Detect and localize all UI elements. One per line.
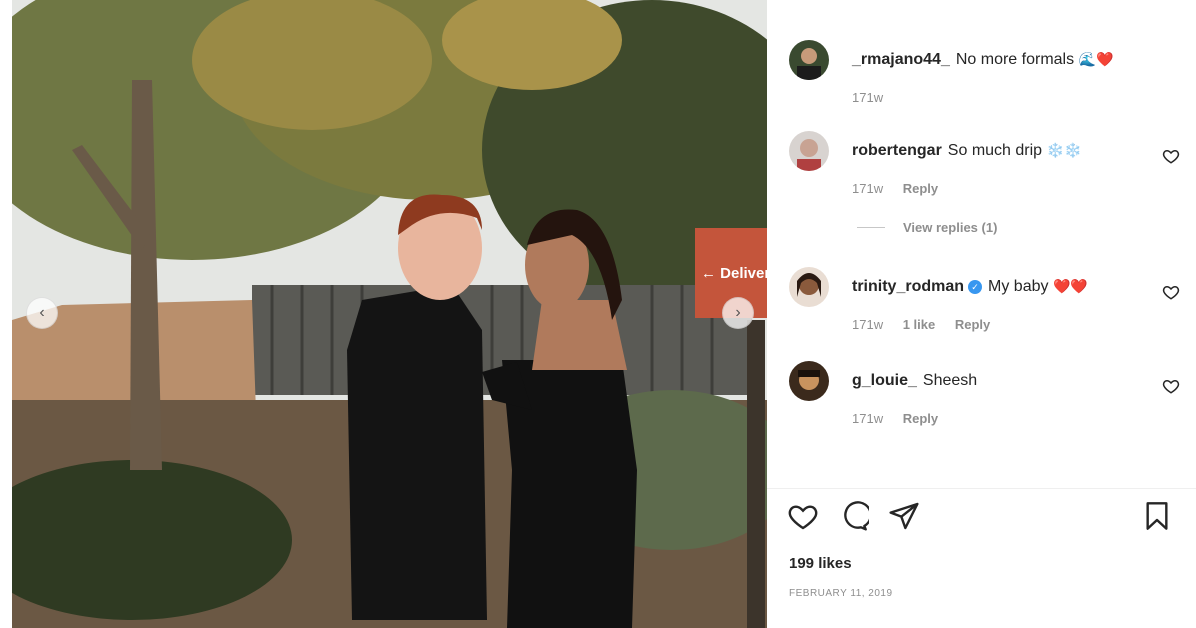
view-replies-button[interactable]: View replies (1) [857, 220, 997, 235]
post-date: FEBRUARY 11, 2019 [789, 588, 893, 599]
photo-scene [12, 0, 767, 628]
like-comment-heart-icon[interactable] [1162, 283, 1180, 301]
carousel-next-button[interactable]: › [722, 297, 754, 329]
comment-likes-count[interactable]: 1 like [903, 317, 936, 332]
bookmark-icon[interactable] [1141, 500, 1173, 532]
avatar[interactable] [789, 40, 829, 80]
reply-button[interactable]: Reply [955, 317, 990, 332]
comment-age: 171w [852, 181, 884, 196]
comment-meta: 171w Reply [852, 411, 954, 426]
chevron-right-icon: › [735, 304, 741, 321]
avatar[interactable] [789, 361, 829, 401]
chevron-left-icon: ‹ [39, 304, 45, 321]
actions-divider [767, 488, 1196, 489]
view-replies-label: View replies (1) [903, 220, 998, 235]
comment-text-row: g_louie_ Sheesh [852, 372, 977, 390]
avatar[interactable] [789, 267, 829, 307]
comment-username[interactable]: robertengar [852, 142, 942, 159]
share-paper-plane-icon[interactable] [888, 500, 920, 532]
comment-bubble-icon[interactable] [837, 500, 869, 532]
reply-button[interactable]: Reply [903, 411, 938, 426]
comment-text: Sheesh [922, 372, 978, 389]
comment-username[interactable]: g_louie_ [852, 372, 917, 389]
like-comment-heart-icon[interactable] [1162, 147, 1180, 165]
verified-badge-icon: ✓ [968, 280, 983, 294]
comment-age: 171w [852, 317, 884, 332]
like-heart-icon[interactable] [787, 500, 819, 532]
replies-divider-line [857, 227, 885, 228]
snowflake-emoji: ❄️❄️ [1046, 142, 1082, 158]
comment-text: My baby [988, 278, 1049, 295]
comment-username[interactable]: trinity_rodman [852, 278, 964, 295]
comment-text-row: robertengar So much drip ❄️❄️ [852, 142, 1081, 160]
post-photo[interactable]: ← Deliver ‹ › [12, 0, 767, 628]
hearts-emoji: ❤️❤️ [1052, 278, 1088, 294]
carousel-prev-button[interactable]: ‹ [26, 297, 58, 329]
comments-panel: _rmajano44_ No more formals 🌊❤️ 171w robe… [767, 0, 1196, 628]
post-likes-count[interactable]: 199 likes [789, 555, 852, 572]
comment-username[interactable]: _rmajano44_ [852, 51, 950, 68]
wave-heart-emoji: 🌊❤️ [1078, 51, 1114, 67]
comment-age: 171w [852, 90, 884, 105]
comment-text-row: _rmajano44_ No more formals 🌊❤️ [852, 51, 1113, 69]
comment-meta: 171w [852, 90, 899, 105]
comment-text-row: trinity_rodman ✓ My baby ❤️❤️ [852, 278, 1088, 296]
comment-text: So much drip [947, 142, 1043, 159]
comment-meta: 171w Reply [852, 181, 954, 196]
comment-age: 171w [852, 411, 884, 426]
comment-meta: 171w 1 like Reply [852, 317, 1006, 332]
like-comment-heart-icon[interactable] [1162, 377, 1180, 395]
reply-button[interactable]: Reply [903, 181, 938, 196]
comment-text: No more formals [955, 51, 1075, 68]
avatar[interactable] [789, 131, 829, 171]
